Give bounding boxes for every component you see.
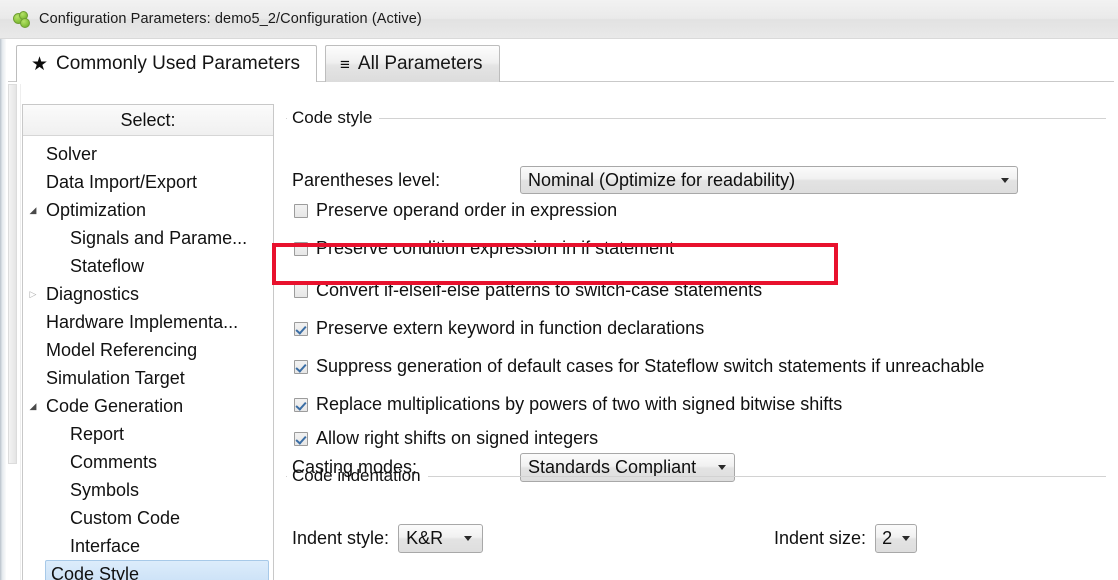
checkbox-row-7[interactable]: Allow right shifts on signed integers xyxy=(294,428,598,449)
sidebar-item-hardware-implementa[interactable]: Hardware Implementa... xyxy=(23,308,273,336)
parentheses-level-label: Parentheses level: xyxy=(292,169,441,190)
sidebar-item-label: Code Generation xyxy=(46,395,184,416)
title-bar: Configuration Parameters: demo5_2/Config… xyxy=(0,0,1118,39)
checkbox-row-1[interactable]: Preserve operand order in expression xyxy=(294,200,617,221)
indent-style-row: Indent style: K&R xyxy=(292,524,484,553)
sidebar-item-label: Stateflow xyxy=(70,255,145,276)
indent-size-dropdown[interactable]: 2 xyxy=(875,524,918,553)
sidebar-item-comments[interactable]: Comments xyxy=(23,448,273,476)
checkbox-1-unchecked[interactable] xyxy=(294,203,308,218)
indent-size-value: 2 xyxy=(882,528,893,548)
sidebar-item-label: Signals and Parame... xyxy=(70,227,248,248)
code-indentation-legend: Code indentation xyxy=(292,466,421,485)
sidebar-item-label: Comments xyxy=(70,451,158,472)
checkbox-row-3[interactable]: Convert if-elseif-else patterns to switc… xyxy=(294,280,762,301)
sidebar-item-data-import-export[interactable]: Data Import/Export xyxy=(23,168,273,196)
checkbox-label: Allow right shifts on signed integers xyxy=(316,428,599,448)
checkbox-row-4[interactable]: Preserve extern keyword in function decl… xyxy=(294,318,704,339)
select-tree-list: Solver Data Import/Export ◢ Optimization Sig… xyxy=(23,136,273,580)
checkbox-4-checked[interactable] xyxy=(294,321,308,336)
star-icon: ★ xyxy=(31,53,49,75)
checkbox-label: Replace multiplications by powers of two… xyxy=(316,394,843,414)
sidebar-item-optimization[interactable]: ◢ Optimization xyxy=(23,196,273,224)
sidebar-item-label: Interface xyxy=(70,535,141,556)
sidebar-item-label: Hardware Implementa... xyxy=(46,311,239,332)
list-icon: ≡ xyxy=(340,54,350,74)
indent-style-label: Indent style: xyxy=(292,528,390,548)
sidebar-item-signals-and-parame[interactable]: Signals and Parame... xyxy=(23,224,273,252)
configuration-parameters-window: Configuration Parameters: demo5_2/Config… xyxy=(0,0,1118,580)
tab-all-parameters[interactable]: ≡ All Parameters xyxy=(325,45,500,82)
code-style-legend: Code style xyxy=(292,108,373,127)
sidebar-item-label: Symbols xyxy=(70,479,140,500)
chevron-down-icon xyxy=(464,536,473,541)
sidebar-item-label: Code Style xyxy=(51,563,140,580)
sidebar-item-label: Report xyxy=(70,423,125,444)
sidebar-item-label: Solver xyxy=(46,143,98,164)
sidebar-item-custom-code[interactable]: Custom Code xyxy=(23,504,273,532)
scrollbar-thumb[interactable] xyxy=(8,84,17,464)
sidebar-item-label: Custom Code xyxy=(70,507,181,528)
window-vertical-scrollbar[interactable] xyxy=(6,84,21,580)
indent-size-label: Indent size: xyxy=(774,528,867,548)
indent-size-row: Indent size: 2 xyxy=(774,524,918,553)
checkbox-label: Suppress generation of default cases for… xyxy=(316,356,985,376)
sidebar-item-simulation-target[interactable]: Simulation Target xyxy=(23,364,273,392)
select-tree-panel: Select: Solver Data Import/Export ◢ Optimiz… xyxy=(22,104,274,580)
checkbox-3-unchecked[interactable] xyxy=(294,283,308,298)
sidebar-item-code-generation[interactable]: ◢ Code Generation xyxy=(23,392,273,420)
chevron-down-icon xyxy=(902,536,911,541)
code-indentation-group: Code indentation Indent style: K&R Inden… xyxy=(286,466,1106,561)
sidebar-item-code-style[interactable]: Code Style xyxy=(45,560,269,580)
code-style-group: Code style Parentheses level: Nominal (O… xyxy=(286,108,1106,482)
checkbox-7-checked[interactable] xyxy=(294,431,308,446)
checkbox-5-checked[interactable] xyxy=(294,359,308,374)
tab-commonly-used-parameters[interactable]: ★ Commonly Used Parameters xyxy=(16,45,317,82)
checkbox-label: Convert if-elseif-else patterns to switc… xyxy=(316,280,763,300)
sidebar-item-symbols[interactable]: Symbols xyxy=(23,476,273,504)
sidebar-item-label: Diagnostics xyxy=(46,283,140,304)
checkbox-label: Preserve condition expression in if stat… xyxy=(316,238,675,258)
tab-all-parameters-label: All Parameters xyxy=(357,53,483,74)
sidebar-item-interface[interactable]: Interface xyxy=(23,532,273,560)
sidebar-item-label: Optimization xyxy=(46,199,147,220)
tab-commonly-used-parameters-label: Commonly Used Parameters xyxy=(56,53,300,74)
checkbox-label: Preserve operand order in expression xyxy=(316,200,618,220)
sidebar-item-label: Model Referencing xyxy=(46,339,198,360)
checkbox-label: Preserve extern keyword in function decl… xyxy=(316,318,705,338)
window-title: Configuration Parameters: demo5_2/Config… xyxy=(39,11,422,27)
checkbox-row-6[interactable]: Replace multiplications by powers of two… xyxy=(294,394,842,415)
parentheses-level-row: Parentheses level: Nominal (Optimize for… xyxy=(292,166,1018,194)
checkbox-row-2[interactable]: Preserve condition expression in if stat… xyxy=(294,238,674,259)
chevron-down-icon[interactable]: ◢ xyxy=(23,401,43,411)
checkbox-row-5[interactable]: Suppress generation of default cases for… xyxy=(294,356,984,377)
sidebar-item-solver[interactable]: Solver xyxy=(23,140,273,168)
parameters-content: Code style Parentheses level: Nominal (O… xyxy=(286,100,1106,580)
indent-style-value: K&R xyxy=(406,528,444,548)
chevron-down-icon xyxy=(1001,177,1009,183)
indent-style-dropdown[interactable]: K&R xyxy=(398,524,484,553)
chevron-down-icon[interactable]: ◢ xyxy=(23,205,43,215)
checkbox-6-checked[interactable] xyxy=(294,397,308,412)
sidebar-item-report[interactable]: Report xyxy=(23,420,273,448)
select-tree-header: Select: xyxy=(23,105,273,136)
sidebar-item-diagnostics[interactable]: ▷ Diagnostics xyxy=(23,280,273,308)
sidebar-item-stateflow[interactable]: Stateflow xyxy=(23,252,273,280)
chevron-right-icon[interactable]: ▷ xyxy=(23,289,43,299)
parentheses-level-dropdown[interactable]: Nominal (Optimize for readability) xyxy=(520,166,1018,194)
simulink-model-icon xyxy=(13,10,30,28)
parentheses-level-value: Nominal (Optimize for readability) xyxy=(528,169,796,190)
sidebar-item-label: Data Import/Export xyxy=(46,171,198,192)
checkbox-2-unchecked[interactable] xyxy=(294,241,308,256)
tab-strip: ★ Commonly Used Parameters ≡ All Paramet… xyxy=(8,45,1114,83)
sidebar-item-label: Simulation Target xyxy=(46,367,185,388)
sidebar-item-model-referencing[interactable]: Model Referencing xyxy=(23,336,273,364)
